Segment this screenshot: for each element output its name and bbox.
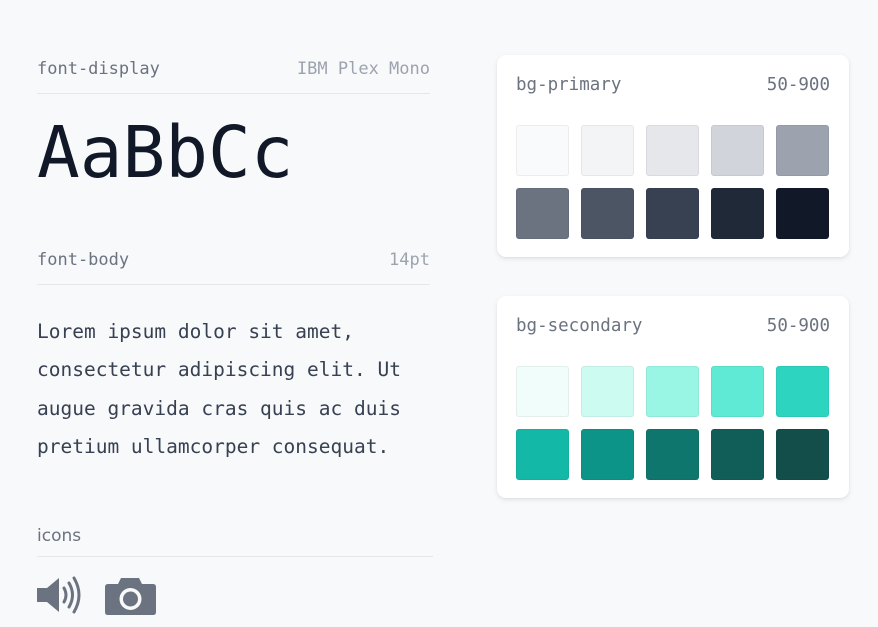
color-swatch[interactable] [776,429,829,480]
color-swatch[interactable] [516,125,569,176]
camera-icon [104,576,157,620]
palette-header: bg-primary 50-900 [516,75,830,95]
color-swatch[interactable] [516,188,569,239]
palette-header: bg-secondary 50-900 [516,316,830,336]
speaker-icon [37,576,85,618]
body-font-size: 14pt [389,250,430,270]
color-swatch[interactable] [581,188,634,239]
color-swatch[interactable] [516,366,569,417]
body-font-header: font-body 14pt [37,250,430,270]
palette-range: 50-900 [766,75,830,95]
icons-label: icons [37,526,82,546]
display-font-header: font-display IBM Plex Mono [37,59,430,79]
color-swatch[interactable] [776,366,829,417]
divider [37,93,430,94]
color-swatch[interactable] [776,188,829,239]
color-swatch[interactable] [516,429,569,480]
swatch-grid [516,366,831,480]
body-font-sample: Lorem ipsum dolor sit amet, consectetur … [37,320,401,458]
display-font-sample: AaBbCc [37,111,294,194]
swatch-grid [516,125,831,239]
palette-range: 50-900 [766,316,830,336]
divider [37,284,430,285]
display-font-family: IBM Plex Mono [296,59,430,79]
palette-name: bg-primary [516,75,622,95]
color-swatch[interactable] [581,125,634,176]
color-swatch[interactable] [581,429,634,480]
body-font-token: font-body [37,250,130,270]
display-font-token: font-display [37,59,160,79]
color-swatch[interactable] [711,188,764,239]
palette-card-primary: bg-primary 50-900 [497,55,849,257]
color-swatch[interactable] [646,125,699,176]
color-swatch[interactable] [581,366,634,417]
color-swatch[interactable] [711,429,764,480]
color-swatch[interactable] [711,366,764,417]
color-swatch[interactable] [646,429,699,480]
color-swatch[interactable] [711,125,764,176]
palette-card-secondary: bg-secondary 50-900 [497,296,849,498]
divider [37,556,433,557]
color-swatch[interactable] [776,125,829,176]
color-swatch[interactable] [646,366,699,417]
color-swatch[interactable] [646,188,699,239]
palette-name: bg-secondary [516,316,643,336]
